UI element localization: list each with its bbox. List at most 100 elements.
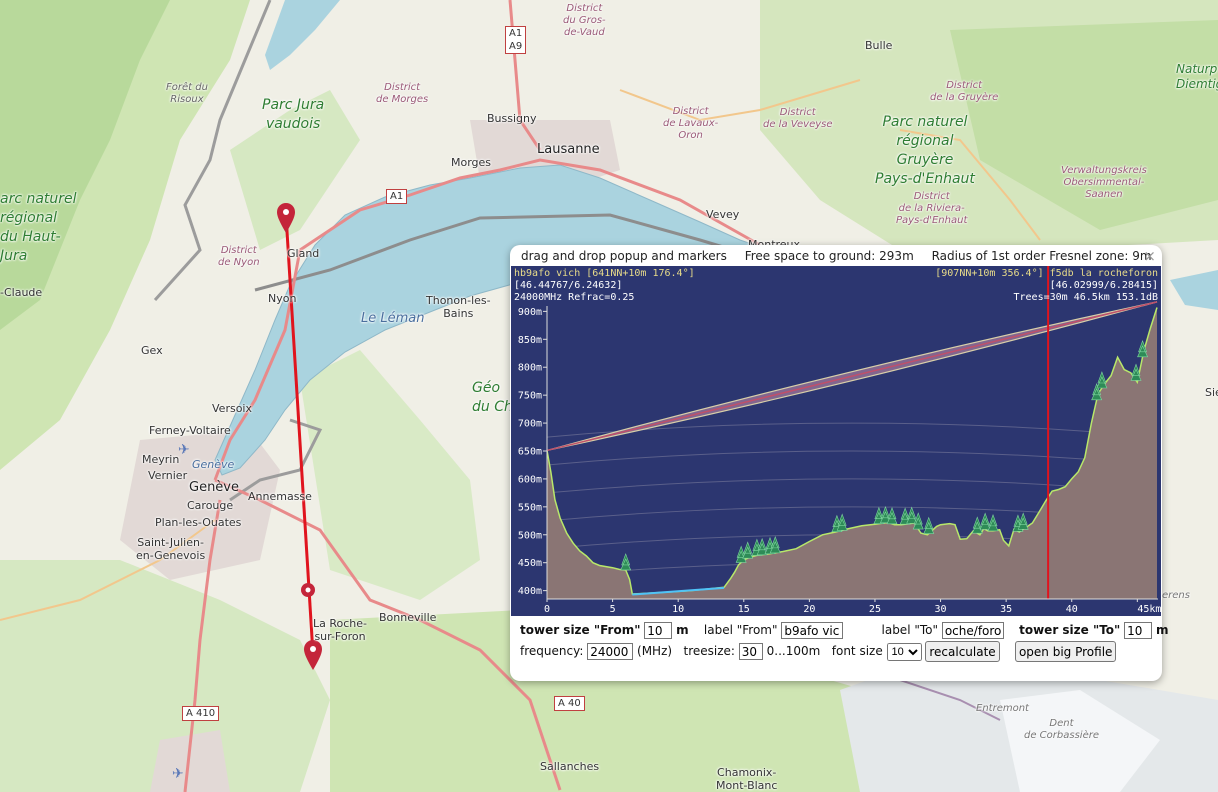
town-label: Carouge bbox=[187, 499, 234, 512]
waypoint-marker[interactable] bbox=[301, 583, 315, 597]
airport-icon: ✈ bbox=[178, 442, 190, 458]
town-label: Forêt du Risoux bbox=[166, 82, 208, 105]
popup-header[interactable]: drag and drop popup and markers Free spa… bbox=[521, 249, 1166, 263]
frequency-input[interactable] bbox=[587, 643, 634, 660]
district-label: District de Morges bbox=[376, 82, 429, 105]
fresnel-text: Radius of 1st order Fresnel zone: 9m bbox=[931, 249, 1152, 263]
to-info-line2: [46.02999/6.28415] bbox=[1050, 280, 1158, 291]
town-label: Morges bbox=[451, 156, 492, 169]
x-tick-label: 30 bbox=[935, 604, 947, 615]
town-label: Bulle bbox=[865, 39, 893, 52]
controls-row-2: frequency: (MHz) treesize: 0...100m font… bbox=[520, 641, 1117, 662]
district-label: District de Lavaux- Oron bbox=[663, 106, 719, 141]
tower-to-label: tower size "To" bbox=[1019, 623, 1121, 637]
tower-from-unit: m bbox=[676, 623, 689, 637]
town-label: Dent de Corbassière bbox=[1024, 718, 1099, 741]
x-tick-label: 0 bbox=[544, 604, 550, 615]
airport-icon: ✈ bbox=[172, 766, 184, 782]
road-shield: A 410 bbox=[182, 706, 220, 721]
open-big-profile-button[interactable]: open big Profile bbox=[1014, 641, 1117, 662]
town-label: Meyrin bbox=[142, 453, 180, 466]
fontsize-select[interactable]: 10 bbox=[886, 642, 922, 661]
frequency-label: frequency: bbox=[520, 644, 584, 658]
y-tick-label: 900m bbox=[518, 307, 542, 318]
fontsize-label: font size bbox=[831, 644, 883, 658]
lake-label: Le Léman bbox=[361, 311, 425, 326]
town-label: Saint-Julien- en-Genevois bbox=[136, 536, 206, 562]
elevation-profile-chart: 400m 450m 500m 550m 600m 650m 700m 750m 800m 850m… bbox=[511, 266, 1161, 616]
y-tick-label: 600m bbox=[518, 474, 542, 485]
town-label: erens bbox=[1162, 590, 1190, 601]
town-label: Annemasse bbox=[248, 490, 312, 503]
park-label: arc naturel régional du Haut- Jura bbox=[0, 191, 77, 264]
lake-label: Genève bbox=[192, 458, 235, 471]
x-tick-label: 15 bbox=[738, 604, 750, 615]
district-label: District de la Riviera- Pays-d'Enhaut bbox=[896, 191, 968, 226]
drag-hint: drag and drop popup and markers bbox=[521, 249, 727, 263]
town-label: Sallanches bbox=[540, 760, 600, 773]
y-tick-label: 750m bbox=[518, 391, 542, 402]
treesize-input[interactable] bbox=[738, 643, 763, 660]
y-tick-label: 800m bbox=[518, 363, 542, 374]
to-info-line3: Trees=30m 46.5km 153.1dB bbox=[1014, 292, 1159, 303]
y-tick-label: 850m bbox=[518, 335, 542, 346]
profile-popup[interactable]: drag and drop popup and markers Free spa… bbox=[510, 245, 1168, 681]
y-tick-label: 650m bbox=[518, 447, 542, 458]
y-tick-label: 700m bbox=[518, 419, 542, 430]
tower-from-label: tower size "From" bbox=[520, 623, 641, 637]
tower-to-input[interactable] bbox=[1124, 622, 1153, 639]
x-tick-label: 10 bbox=[672, 604, 684, 615]
label-from-label: label "From" bbox=[703, 623, 778, 637]
recalculate-button[interactable]: recalculate bbox=[925, 641, 1000, 662]
district-label: District du Gros- de-Vaud bbox=[563, 3, 606, 38]
town-label: Ferney-Voltaire bbox=[149, 424, 231, 437]
district-label: District de la Gruyère bbox=[930, 80, 999, 103]
from-info-line3: 24000MHz Refrac=0.25 bbox=[514, 292, 634, 303]
town-label: Chamonix- Mont-Blanc bbox=[716, 766, 778, 792]
district-label: Verwaltungskreis Obersimmental- Saanen bbox=[1061, 165, 1147, 200]
town-label: La Roche- sur-Foron bbox=[313, 617, 368, 643]
to-info-line1: [907NN+10m 356.4°] f5db la rocheforon bbox=[935, 268, 1158, 279]
frequency-unit: (MHz) bbox=[637, 644, 673, 658]
town-label: Thonon-les- Bains bbox=[426, 294, 491, 320]
from-info-line1: hb9afo vich [641NN+10m 176.4°] bbox=[514, 268, 695, 279]
town-label: Vernier bbox=[148, 469, 188, 482]
park-label: Parc Jura vaudois bbox=[262, 97, 325, 132]
y-tick-label: 500m bbox=[518, 530, 542, 541]
x-tick-label: 5 bbox=[610, 604, 616, 615]
label-to-label: label "To" bbox=[881, 623, 939, 637]
y-tick-label: 550m bbox=[518, 502, 542, 513]
free-space-text: Free space to ground: 293m bbox=[744, 249, 914, 263]
district-label: District de Nyon bbox=[218, 245, 260, 268]
label-to-input[interactable] bbox=[941, 622, 1004, 639]
treesize-label: treesize: bbox=[683, 644, 735, 658]
town-label: Nyon bbox=[268, 292, 297, 305]
controls-row-1: tower size "From" m label "From" label "… bbox=[520, 622, 1168, 639]
town-label: Gland bbox=[287, 247, 320, 260]
close-icon[interactable]: × bbox=[1143, 248, 1156, 264]
from-info-line2: [46.44767/6.24632] bbox=[514, 280, 622, 291]
city-label: Lausanne bbox=[537, 142, 600, 157]
town-label: Plan-les-Ouates bbox=[155, 516, 242, 529]
city-label: Genève bbox=[189, 480, 240, 495]
x-tick-label: 45km bbox=[1137, 604, 1161, 615]
park-label: Parc naturel régional Gruyère Pays-d'Enh… bbox=[875, 114, 975, 187]
road-shield: A 40 bbox=[554, 696, 585, 711]
road-shield: A1 A9 bbox=[505, 26, 527, 54]
x-tick-label: 35 bbox=[1000, 604, 1012, 615]
road-shield: A1 bbox=[386, 189, 408, 204]
park-label: Naturp Diemtig bbox=[1176, 62, 1218, 91]
treesize-range: 0...100m bbox=[766, 644, 821, 658]
town-label: Bussigny bbox=[487, 112, 537, 125]
tower-from-input[interactable] bbox=[644, 622, 673, 639]
town-label: Gex bbox=[141, 344, 163, 357]
town-label: Entremont bbox=[976, 703, 1029, 714]
town-label: -Claude bbox=[0, 286, 43, 299]
x-tick-label: 25 bbox=[869, 604, 881, 615]
tower-to-unit: m bbox=[1155, 623, 1169, 637]
y-tick-label: 450m bbox=[518, 558, 542, 569]
park-label: Géo du Ch bbox=[472, 380, 513, 415]
town-label: Vevey bbox=[706, 208, 740, 221]
town-label: Versoix bbox=[212, 402, 252, 415]
label-from-input[interactable] bbox=[781, 622, 844, 639]
